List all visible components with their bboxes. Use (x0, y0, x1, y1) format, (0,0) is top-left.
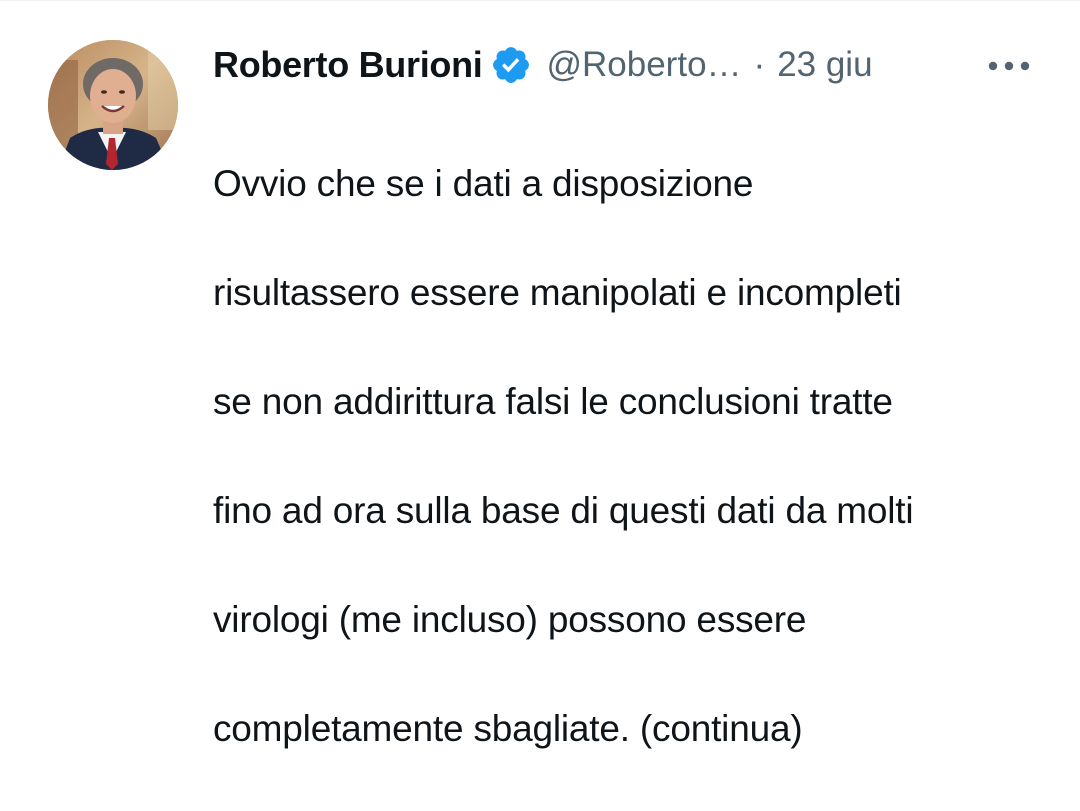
tweet-text-line: se non addirittura falsi le conclusioni … (213, 380, 893, 422)
tweet[interactable]: Roberto Burioni @Roberto… · 23 giu Ovvio… (0, 0, 1080, 749)
header-separator: · (753, 45, 766, 84)
tweet-text-line: Ovvio che se i dati a disposizione (213, 162, 754, 204)
more-horizontal-icon[interactable] (983, 46, 1035, 86)
tweet-text: Ovvio che se i dati a disposizione risul… (213, 102, 1053, 811)
tweet-timestamp[interactable]: 23 giu (777, 45, 872, 85)
avatar[interactable] (48, 40, 178, 170)
author-name[interactable]: Roberto Burioni (213, 44, 483, 86)
tweet-text-line: fino ad ora sulla base di questi dati da… (213, 489, 914, 531)
avatar-image (48, 40, 178, 170)
tweet-header: Roberto Burioni @Roberto… · 23 giu (213, 40, 873, 90)
verified-badge-icon (490, 44, 532, 86)
tweet-text-line: virologi (me incluso) possono essere (213, 598, 807, 640)
tweet-text-line: risultassero essere manipolati e incompl… (213, 271, 902, 313)
tweet-text-line: completamente sbagliate. (continua) (213, 707, 803, 749)
author-handle[interactable]: @Roberto… (546, 45, 741, 85)
